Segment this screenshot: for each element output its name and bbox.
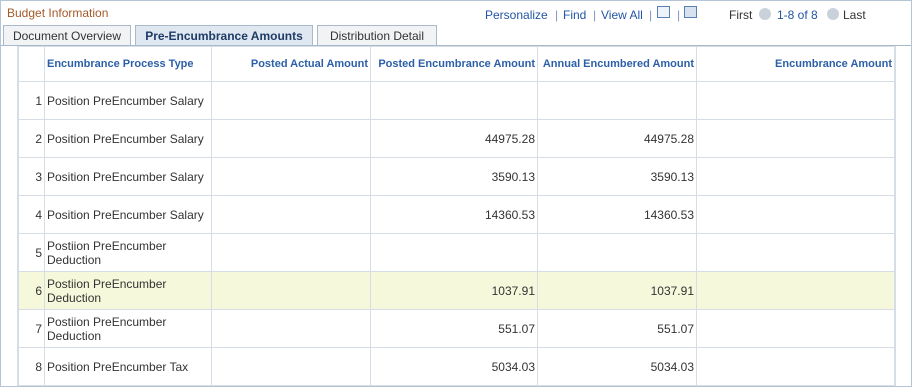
posted-encumbrance-amount: 1037.91 xyxy=(370,271,538,310)
table-row: 5 Postiion PreEncumber Deduction xyxy=(18,233,895,272)
encumbrance-process-type: Position PreEncumber Salary xyxy=(44,157,212,196)
encumbrance-amount xyxy=(696,233,895,272)
table-row-highlighted: 6 Postiion PreEncumber Deduction 1037.91… xyxy=(18,271,895,310)
grid-header: Budget Information Personalize | Find | … xyxy=(1,1,911,25)
nav-separator: | xyxy=(649,8,653,22)
row-number: 1 xyxy=(18,81,45,120)
posted-actual-amount xyxy=(211,233,371,272)
posted-actual-amount xyxy=(211,309,371,348)
encumbrance-process-type: Postiion PreEncumber Deduction xyxy=(44,233,212,272)
tab-bar: Document Overview Pre-Encumbrance Amount… xyxy=(1,25,911,67)
nav-separator: | xyxy=(593,8,597,22)
row-number: 8 xyxy=(18,347,45,386)
table-row: 3 Position PreEncumber Salary 3590.13 35… xyxy=(18,157,895,196)
table-row: 4 Position PreEncumber Salary 14360.53 1… xyxy=(18,195,895,234)
posted-encumbrance-amount: 44975.28 xyxy=(370,119,538,158)
column-header: Encumbrance Process Type xyxy=(44,46,212,82)
find-link[interactable]: Find xyxy=(563,8,586,22)
posted-actual-amount xyxy=(211,347,371,386)
annual-encumbered-amount xyxy=(537,81,697,120)
encumbrance-amount xyxy=(696,347,895,386)
table-row: 2 Position PreEncumber Salary 44975.28 4… xyxy=(18,119,895,158)
posted-encumbrance-amount xyxy=(370,81,538,120)
encumbrance-process-type: Postiion PreEncumber Deduction xyxy=(44,271,212,310)
annual-encumbered-amount: 14360.53 xyxy=(537,195,697,234)
encumbrance-amount xyxy=(696,195,895,234)
column-header: Encumbrance Amount xyxy=(696,46,895,82)
row-number-header xyxy=(18,46,45,82)
encumbrance-amount xyxy=(696,119,895,158)
annual-encumbered-amount: 5034.03 xyxy=(537,347,697,386)
tab-document-overview[interactable]: Document Overview xyxy=(3,25,131,45)
annual-encumbered-amount: 1037.91 xyxy=(537,271,697,310)
budget-information-grid: Budget Information Personalize | Find | … xyxy=(0,0,912,387)
pre-encumbrance-table: Encumbrance Process Type Posted Actual A… xyxy=(18,46,895,386)
nav-separator: | xyxy=(677,8,681,22)
encumbrance-process-type: Position PreEncumber Salary xyxy=(44,81,212,120)
first-label[interactable]: First xyxy=(729,8,752,22)
right-edge xyxy=(895,46,912,386)
view-all-link[interactable]: View All xyxy=(601,8,643,22)
row-number: 4 xyxy=(18,195,45,234)
table-row: 8 Position PreEncumber Tax 5034.03 5034.… xyxy=(18,347,895,386)
table-row: 1 Position PreEncumber Salary xyxy=(18,81,895,120)
row-number: 2 xyxy=(18,119,45,158)
posted-actual-amount xyxy=(211,157,371,196)
tab-distribution-detail[interactable]: Distribution Detail xyxy=(317,25,437,45)
column-header: Posted Actual Amount xyxy=(211,46,371,82)
encumbrance-process-type: Postiion PreEncumber Deduction xyxy=(44,309,212,348)
posted-actual-amount xyxy=(211,81,371,120)
last-label[interactable]: Last xyxy=(843,8,866,22)
encumbrance-amount xyxy=(696,309,895,348)
posted-encumbrance-amount: 551.07 xyxy=(370,309,538,348)
posted-actual-amount xyxy=(211,271,371,310)
encumbrance-process-type: Position PreEncumber Tax xyxy=(44,347,212,386)
posted-actual-amount xyxy=(211,119,371,158)
row-number: 3 xyxy=(18,157,45,196)
encumbrance-process-type: Position PreEncumber Salary xyxy=(44,119,212,158)
personalize-link[interactable]: Personalize xyxy=(485,8,548,22)
annual-encumbered-amount: 3590.13 xyxy=(537,157,697,196)
tab-pre-encumbrance-amounts[interactable]: Pre-Encumbrance Amounts xyxy=(135,25,313,46)
nav-separator: | xyxy=(555,8,559,22)
encumbrance-amount xyxy=(696,157,895,196)
column-header: Annual Encumbered Amount xyxy=(537,46,697,82)
encumbrance-process-type: Position PreEncumber Salary xyxy=(44,195,212,234)
annual-encumbered-amount: 551.07 xyxy=(537,309,697,348)
posted-encumbrance-amount: 14360.53 xyxy=(370,195,538,234)
grid-title: Budget Information xyxy=(7,6,109,20)
left-edge xyxy=(1,46,18,386)
row-number: 5 xyxy=(18,233,45,272)
posted-encumbrance-amount: 5034.03 xyxy=(370,347,538,386)
table-row: 7 Postiion PreEncumber Deduction 551.07 … xyxy=(18,309,895,348)
row-number: 7 xyxy=(18,309,45,348)
row-number: 6 xyxy=(18,271,45,310)
posted-actual-amount xyxy=(211,195,371,234)
posted-encumbrance-amount xyxy=(370,233,538,272)
column-header: Posted Encumbrance Amount xyxy=(370,46,538,82)
table-header-row: Encumbrance Process Type Posted Actual A… xyxy=(18,46,895,82)
row-range: 1-8 of 8 xyxy=(777,8,818,22)
posted-encumbrance-amount: 3590.13 xyxy=(370,157,538,196)
annual-encumbered-amount xyxy=(537,233,697,272)
encumbrance-amount xyxy=(696,81,895,120)
annual-encumbered-amount: 44975.28 xyxy=(537,119,697,158)
encumbrance-amount xyxy=(696,271,895,310)
